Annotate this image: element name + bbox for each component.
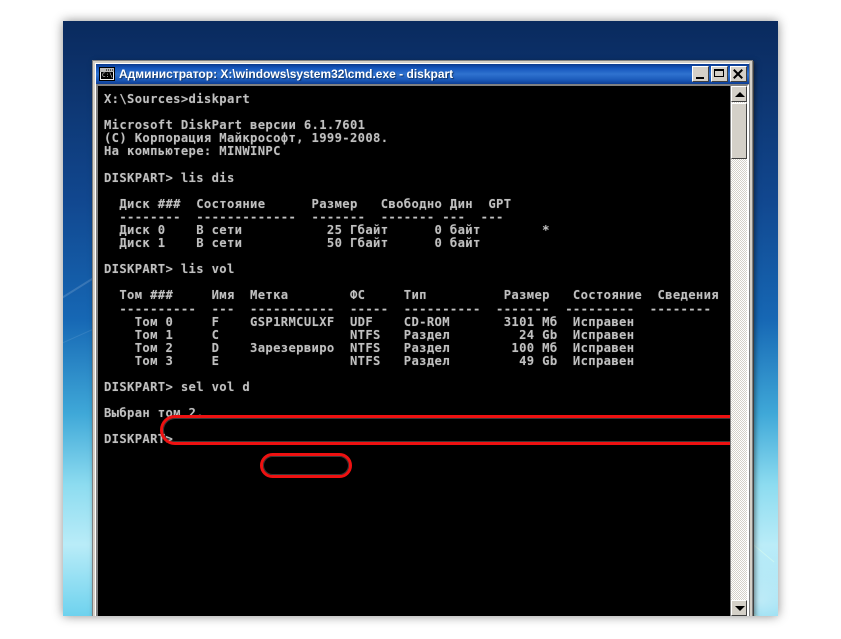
cmd-console-icon: C:\ xyxy=(99,67,115,81)
console-client-area: X:\Sources>diskpart Microsoft DiskPart в… xyxy=(96,84,749,616)
window-title: Администратор: X:\windows\system32\cmd.e… xyxy=(119,67,454,81)
title-bar[interactable]: C:\ Администратор: X:\windows\system32\c… xyxy=(96,64,749,84)
desktop-wallpaper: C:\ Администратор: X:\windows\system32\c… xyxy=(63,21,778,616)
console-screen[interactable]: X:\Sources>diskpart Microsoft DiskPart в… xyxy=(98,86,730,616)
maximize-button[interactable] xyxy=(711,66,728,82)
vertical-scrollbar[interactable] xyxy=(730,86,747,616)
close-button[interactable] xyxy=(730,66,747,82)
command-highlight-annotation xyxy=(260,453,352,478)
window-controls xyxy=(692,66,747,82)
scroll-thumb[interactable] xyxy=(731,103,747,159)
minimize-button[interactable] xyxy=(692,66,709,82)
console-output-text: X:\Sources>diskpart Microsoft DiskPart в… xyxy=(104,92,719,447)
scroll-down-arrow-icon[interactable] xyxy=(731,600,747,616)
cmd-icon-text: C:\ xyxy=(101,72,113,79)
cmd-window-frame: C:\ Администратор: X:\windows\system32\c… xyxy=(95,63,750,616)
scroll-up-arrow-icon[interactable] xyxy=(731,86,747,102)
cmd-window: C:\ Администратор: X:\windows\system32\c… xyxy=(92,60,753,616)
